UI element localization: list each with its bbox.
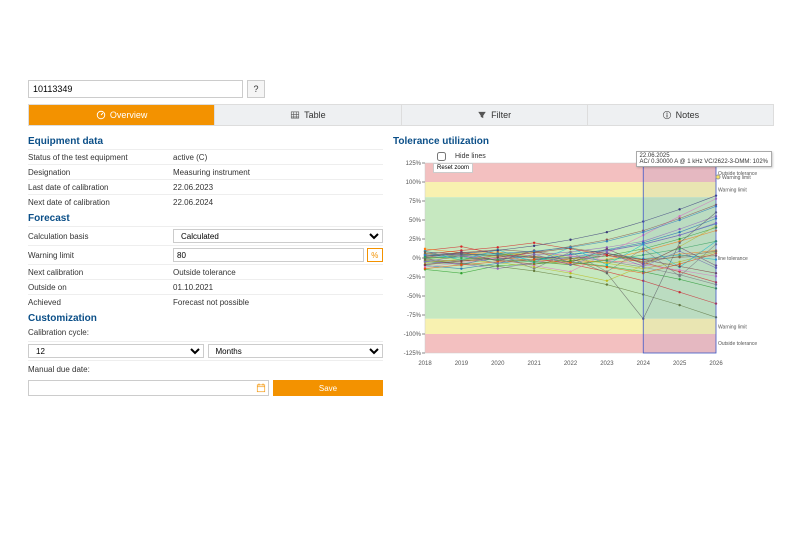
cycle-number-select[interactable]: 12 [28,344,204,358]
customization-heading: Customization [28,313,383,324]
svg-text:2024: 2024 [637,361,651,367]
svg-text:125%: 125% [406,161,422,167]
warn-key: Warning limit [28,251,173,260]
funnel-icon [477,110,487,120]
app-root: ? Overview Table Filter Notes Equipment … [0,0,802,536]
svg-text:25%: 25% [409,237,422,243]
tab-label: Table [304,110,326,120]
tab-notes[interactable]: Notes [588,105,773,125]
nextcal-key: Next date of calibration [28,198,173,207]
lastcal-value: 22.06.2023 [173,183,383,192]
svg-text:2020: 2020 [491,361,505,367]
content: Equipment data Status of the test equipm… [28,132,774,396]
lastcal-key: Last date of calibration [28,183,173,192]
tab-bar: Overview Table Filter Notes [28,104,774,126]
svg-text:75%: 75% [409,199,422,205]
svg-text:50%: 50% [409,218,422,224]
left-panel: Equipment data Status of the test equipm… [28,132,383,396]
tab-label: Notes [676,110,700,120]
tab-label: Filter [491,110,511,120]
designation-key: Designation [28,168,173,177]
svg-text:2025: 2025 [673,361,687,367]
svg-text:2021: 2021 [527,361,541,367]
cycle-unit-select[interactable]: Months [208,344,384,358]
achieved-key: Achieved [28,298,173,307]
achieved-value: Forecast not possible [173,298,383,307]
cycle-key: Calibration cycle: [28,326,383,339]
svg-text:Warning limit: Warning limit [718,188,747,194]
chart-tooltip: 22.06.2025 AC/ 0.30000 A @ 1 kHz VC/2622… [636,151,772,167]
svg-text:2023: 2023 [600,361,614,367]
svg-text:Warning limit: Warning limit [718,324,747,330]
tolerance-chart[interactable]: 125% 100% 75% 50% 25% 0% -25% -50% -75% -100% -125… [393,159,774,369]
outside-value: 01.10.2021 [173,283,383,292]
svg-text:-75%: -75% [407,313,422,319]
svg-text:2022: 2022 [564,361,578,367]
status-value: active (C) [173,153,383,162]
svg-text:-100%: -100% [404,332,422,338]
tab-table[interactable]: Table [215,105,401,125]
chart-area: Hide lines Reset zoom 22.06.2025 AC/ 0.3… [393,149,774,369]
svg-text:2026: 2026 [709,361,723,367]
fc-nextcal-key: Next calibration [28,268,173,277]
nextcal-value: 22.06.2024 [173,198,383,207]
svg-text:100%: 100% [406,180,422,186]
search-input[interactable] [28,80,243,98]
equipment-heading: Equipment data [28,136,383,147]
table-icon [290,110,300,120]
svg-text:-25%: -25% [407,275,422,281]
right-panel: Tolerance utilization Hide lines Reset z… [393,132,774,396]
svg-text:Outside tolerance: Outside tolerance [718,341,757,347]
calculation-basis-select[interactable]: Calculated [173,229,383,243]
status-key: Status of the test equipment [28,153,173,162]
svg-text:-50%: -50% [407,294,422,300]
svg-text:2019: 2019 [455,361,469,367]
save-button[interactable]: Save [273,380,383,396]
outside-key: Outside on [28,283,173,292]
tab-label: Overview [110,110,148,120]
calendar-icon [256,383,266,393]
dashboard-icon [96,110,106,120]
percent-badge: % [367,248,383,262]
warning-limit-input[interactable] [173,248,364,262]
reset-zoom-button[interactable]: Reset zoom [433,163,473,173]
svg-text:0%: 0% [412,256,421,262]
tab-overview[interactable]: Overview [29,105,215,125]
svg-text:-125%: -125% [404,351,422,357]
svg-text:line tolerance: line tolerance [718,256,748,262]
svg-text:2018: 2018 [418,361,432,367]
manual-key: Manual due date: [28,361,383,376]
tooltip-value: AC/ 0.30000 A @ 1 kHz VC/2622-3-DMM: 102… [640,159,768,165]
designation-value: Measuring instrument [173,168,383,177]
svg-text:Warning limit: Warning limit [722,175,751,181]
chart-title: Tolerance utilization [393,136,774,147]
tab-filter[interactable]: Filter [402,105,588,125]
hide-lines-label: Hide lines [455,153,486,160]
info-icon [662,110,672,120]
search-help-button[interactable]: ? [247,80,265,98]
manual-date-input[interactable] [28,380,269,396]
forecast-heading: Forecast [28,213,383,224]
basis-key: Calculation basis [28,232,173,241]
fc-nextcal-value: Outside tolerance [173,268,383,277]
search-bar: ? [28,80,774,98]
hide-lines-checkbox[interactable] [437,152,446,161]
